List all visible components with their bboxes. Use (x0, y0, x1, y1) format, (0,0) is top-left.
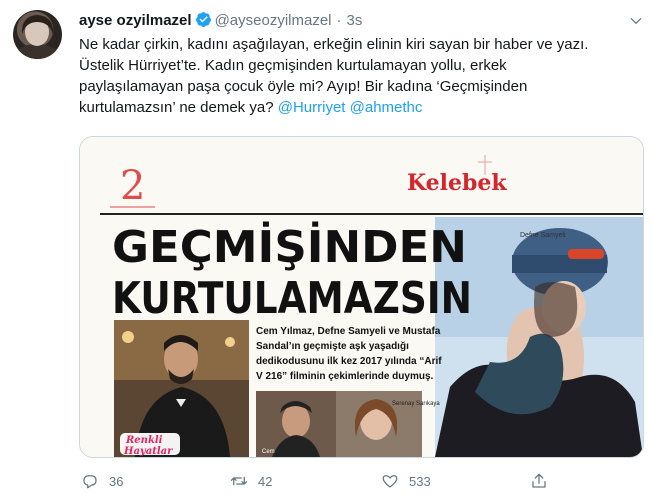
lead-text-line: Sandal’ın geçmişte aşk yaşadığı (256, 341, 409, 352)
tweet-text-line: Ne kadar çirkin, kadını aşağılayan, erke… (79, 36, 589, 53)
like-button[interactable]: 533 (381, 470, 431, 492)
reply-icon (83, 475, 97, 489)
badge-hayatlar: Hayatlar (123, 446, 173, 457)
share-icon (532, 473, 546, 488)
retweet-count: 42 (258, 473, 273, 489)
tweet-header: ayse ozyilmazel @ayseozyilmazel · 3s (79, 11, 362, 31)
photo-caption-serenay: Serenay Sarıkaya (392, 401, 440, 407)
tweet-text-fragment: kurtulamazsın’ ne demek ya? (79, 99, 274, 116)
lead-text-line: V 216” filminin çekimlerinde duymuş. (256, 371, 434, 382)
tweet-timestamp[interactable]: 3s (347, 12, 363, 29)
tweet-text: Ne kadar çirkin, kadını aşağılayan, erke… (79, 34, 641, 118)
photo-caption-defne: Defne Samyeli (520, 232, 566, 239)
avatar-photo (15, 15, 59, 59)
headline-line-2: KURTULAMAZSIN (112, 273, 472, 324)
avatar[interactable] (13, 10, 62, 59)
author-name[interactable]: ayse ozyilmazel (79, 12, 192, 29)
heart-icon (382, 475, 398, 488)
reply-count: 36 (109, 473, 124, 489)
retweet-button[interactable]: 42 (230, 470, 272, 492)
chevron-down-icon[interactable] (629, 14, 643, 28)
mention-hurriyet-link[interactable]: @Hurriyet (278, 99, 346, 116)
separator-dot: · (336, 12, 342, 29)
kelebek-logo: Kelebek (407, 170, 507, 196)
headline-line-1: GEÇMİŞİNDEN (112, 220, 467, 273)
mention-ahmethc-link[interactable]: @ahmethc (350, 99, 423, 116)
lead-text-line: dedikodusunu ilk kez 2017 yılında “Arif (256, 356, 442, 367)
badge-renkli: Renkli (125, 435, 163, 446)
reply-button[interactable]: 36 (81, 470, 123, 492)
tweet-text-line: paylaşılamayan paşa çocuk öyle mi? Ayıp!… (79, 78, 528, 95)
tweet-text-line: kurtulamazsın’ ne demek ya? @Hurriyet @a… (79, 97, 641, 118)
tweet-actions: 36 42 533 (79, 470, 642, 492)
like-count: 533 (409, 473, 431, 489)
author-handle[interactable]: @ayseozyilmazel (215, 12, 332, 29)
verified-badge-icon (195, 12, 211, 27)
tweet-text-line: Üstelik Hürriyet’te. Kadın geçmişinden k… (79, 57, 507, 74)
tweet: ayse ozyilmazel @ayseozyilmazel · 3s Ne kad… (0, 0, 654, 502)
retweet-icon (230, 476, 248, 486)
attached-image[interactable]: 2 Kelebek Defne Samyeli GEÇMİŞİNDEN KURT… (79, 136, 644, 458)
share-button[interactable] (530, 470, 548, 492)
newspaper-clipping: 2 Kelebek Defne Samyeli GEÇMİŞİNDEN KURT… (80, 137, 643, 457)
lead-text-line: Cem Yılmaz, Defne Samyeli ve Mustafa (256, 326, 441, 337)
photo-caption-cem: Cem (262, 449, 275, 455)
page-number: 2 (120, 163, 145, 209)
